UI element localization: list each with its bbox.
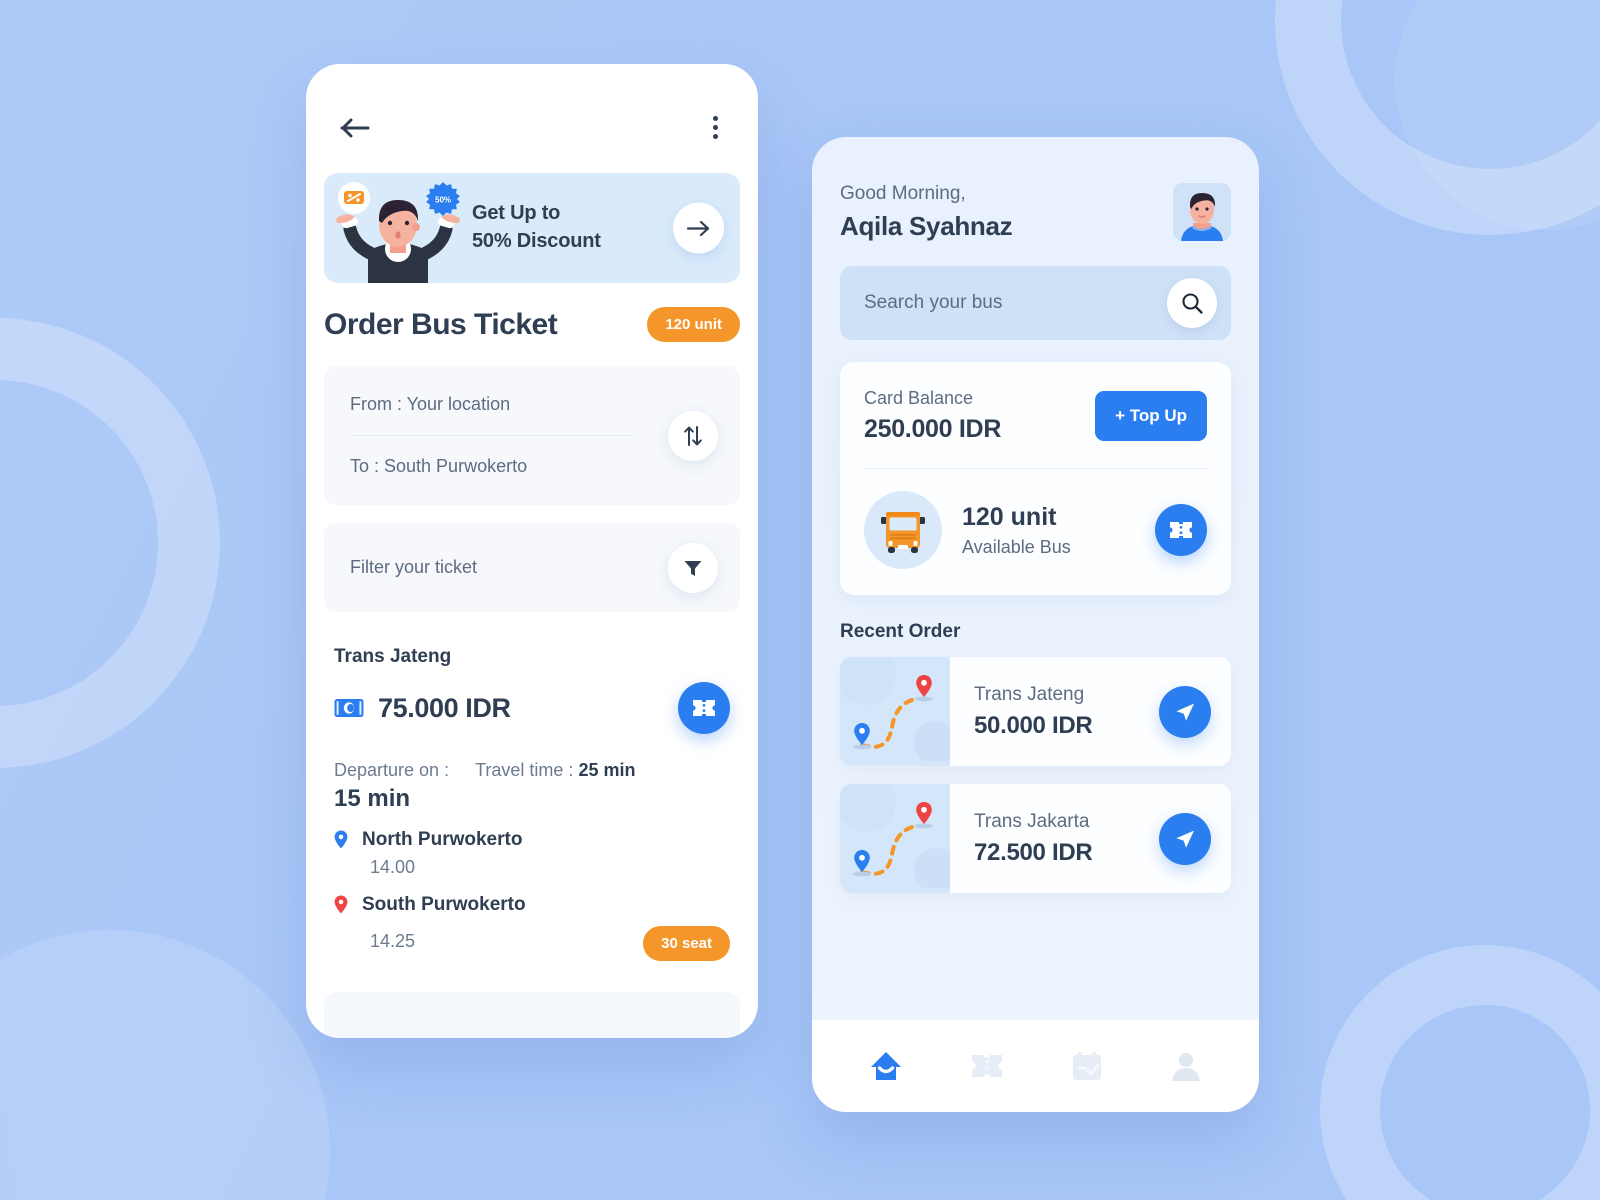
- arrow-right-icon: [687, 220, 710, 236]
- card-divider: [864, 468, 1207, 469]
- back-button[interactable]: [340, 117, 370, 139]
- svg-text:50%: 50%: [435, 196, 451, 205]
- seat-badge: 30 seat: [643, 926, 730, 961]
- swap-route-button[interactable]: [668, 410, 718, 461]
- available-bus-label: Available Bus: [962, 536, 1071, 557]
- search-button[interactable]: [1167, 278, 1217, 328]
- stop-destination: South Purwokerto: [334, 894, 730, 916]
- stop-origin: North Purwokerto: [334, 829, 730, 851]
- ticket-operator: Trans Jateng: [334, 646, 452, 667]
- order-navigate-button[interactable]: [1159, 685, 1211, 738]
- departure-label: Departure on :: [334, 760, 450, 780]
- recent-order-item-2[interactable]: Trans Jakarta 72.500 IDR: [840, 784, 1231, 893]
- search-icon: [1182, 293, 1203, 314]
- map-pin-icon: [334, 830, 348, 849]
- map-pin-icon: [334, 895, 348, 914]
- promo-line-2: 50% Discount: [472, 230, 601, 252]
- nav-item-tickets[interactable]: [956, 1044, 1018, 1088]
- available-bus-row: 120 unit Available Bus: [864, 491, 1207, 569]
- greeting-text: Good Morning,: [840, 183, 966, 204]
- order-topbar: [306, 64, 758, 143]
- search-input[interactable]: Search your bus: [864, 292, 1002, 314]
- ticket-price: 75.000 IDR: [378, 692, 511, 723]
- background-ring-bottom-right: [1320, 945, 1600, 1200]
- ticket-icon: [693, 700, 715, 716]
- next-card-peek: [324, 992, 740, 1038]
- balance-amount: 250.000 IDR: [864, 415, 1002, 443]
- ticket-icon: [1170, 522, 1192, 538]
- order-price: 72.500 IDR: [974, 838, 1093, 866]
- stop-origin-name: North Purwokerto: [362, 829, 523, 850]
- top-up-button[interactable]: + Top Up: [1095, 391, 1207, 441]
- calendar-check-icon: [1072, 1052, 1101, 1080]
- search-bar[interactable]: Search your bus: [840, 266, 1231, 340]
- nav-item-schedule[interactable]: [1057, 1043, 1117, 1089]
- ticket-price-row: 75.000 IDR: [334, 682, 730, 734]
- promo-line-1: Get Up to: [472, 202, 561, 225]
- order-operator: Trans Jakarta: [974, 810, 1090, 832]
- stop-origin-time: 14.00: [370, 857, 416, 877]
- stop-destination-name: South Purwokerto: [362, 894, 526, 915]
- home-icon: [871, 1052, 902, 1080]
- recent-order-title: Recent Order: [840, 621, 961, 642]
- stop-destination-time: 14.25: [370, 931, 416, 951]
- available-bus-ticket-button[interactable]: [1155, 504, 1207, 556]
- order-navigate-button[interactable]: [1159, 812, 1211, 865]
- funnel-icon: [684, 560, 702, 576]
- departure-value: 15 min: [334, 785, 411, 812]
- order-title-row: Order Bus Ticket 120 unit: [306, 283, 758, 342]
- balance-label: Card Balance: [864, 388, 974, 408]
- route-map-thumbnail: [840, 657, 958, 766]
- order-ticket-screen: 50% Get Up to 50% Discount Order Bus Tic…: [306, 64, 758, 1038]
- filter-label: Filter your ticket: [350, 557, 478, 577]
- route-divider: [350, 435, 634, 436]
- page-title: Order Bus Ticket: [324, 307, 558, 341]
- travel-time-label: Travel time :: [475, 760, 574, 780]
- promo-text: Get Up to 50% Discount: [472, 200, 601, 255]
- ticket-action-button[interactable]: [678, 682, 730, 734]
- balance-row: Card Balance 250.000 IDR + Top Up: [864, 388, 1207, 444]
- promo-illustration: 50%: [324, 173, 472, 283]
- nav-item-home[interactable]: [855, 1042, 917, 1090]
- more-vertical-icon[interactable]: [707, 112, 724, 143]
- balance-card: Card Balance 250.000 IDR + Top Up 120 un…: [840, 362, 1231, 595]
- person-icon: [1171, 1053, 1200, 1081]
- route-panel: From : Your location To : South Purwoker…: [324, 366, 740, 505]
- filter-button[interactable]: [668, 542, 718, 593]
- ticket-icon: [972, 1055, 1003, 1077]
- greeting-row: Good Morning, Aqila Syahnaz: [840, 183, 1231, 242]
- swap-vertical-icon: [684, 425, 702, 446]
- nav-item-profile[interactable]: [1156, 1043, 1216, 1089]
- route-map-thumbnail: [840, 784, 958, 893]
- send-icon: [1176, 703, 1194, 721]
- order-operator: Trans Jateng: [974, 683, 1085, 705]
- home-screen: Good Morning, Aqila Syahnaz Search your …: [812, 137, 1259, 1112]
- bus-icon-wrapper: [864, 491, 942, 569]
- send-icon: [1176, 830, 1194, 848]
- unit-badge: 120 unit: [647, 307, 740, 342]
- bus-icon: [881, 512, 925, 553]
- user-name: Aqila Syahnaz: [840, 211, 1013, 241]
- avatar-photo: [1173, 183, 1231, 241]
- promo-arrow-button[interactable]: [673, 202, 724, 254]
- filter-panel[interactable]: Filter your ticket: [324, 523, 740, 612]
- available-bus-count: 120 unit: [962, 502, 1057, 531]
- ticket-meta-row: Departure on : Travel time : 25 min: [334, 760, 730, 781]
- bottom-navigation: [812, 1020, 1259, 1112]
- background-decoration: [0, 0, 1600, 1200]
- promo-banner[interactable]: 50% Get Up to 50% Discount: [324, 173, 740, 283]
- banknote-icon: [334, 698, 364, 717]
- from-field[interactable]: From : Your location: [350, 388, 714, 421]
- ticket-result-card[interactable]: Trans Jateng 75.000 IDR Departure on: T…: [306, 612, 758, 961]
- travel-time-group: Travel time : 25 min: [475, 760, 635, 781]
- order-price: 50.000 IDR: [974, 711, 1093, 739]
- to-field[interactable]: To : South Purwokerto: [350, 450, 714, 483]
- avatar[interactable]: [1173, 183, 1231, 241]
- travel-time-value: 25 min: [578, 760, 636, 780]
- recent-order-item-1[interactable]: Trans Jateng 50.000 IDR: [840, 657, 1231, 766]
